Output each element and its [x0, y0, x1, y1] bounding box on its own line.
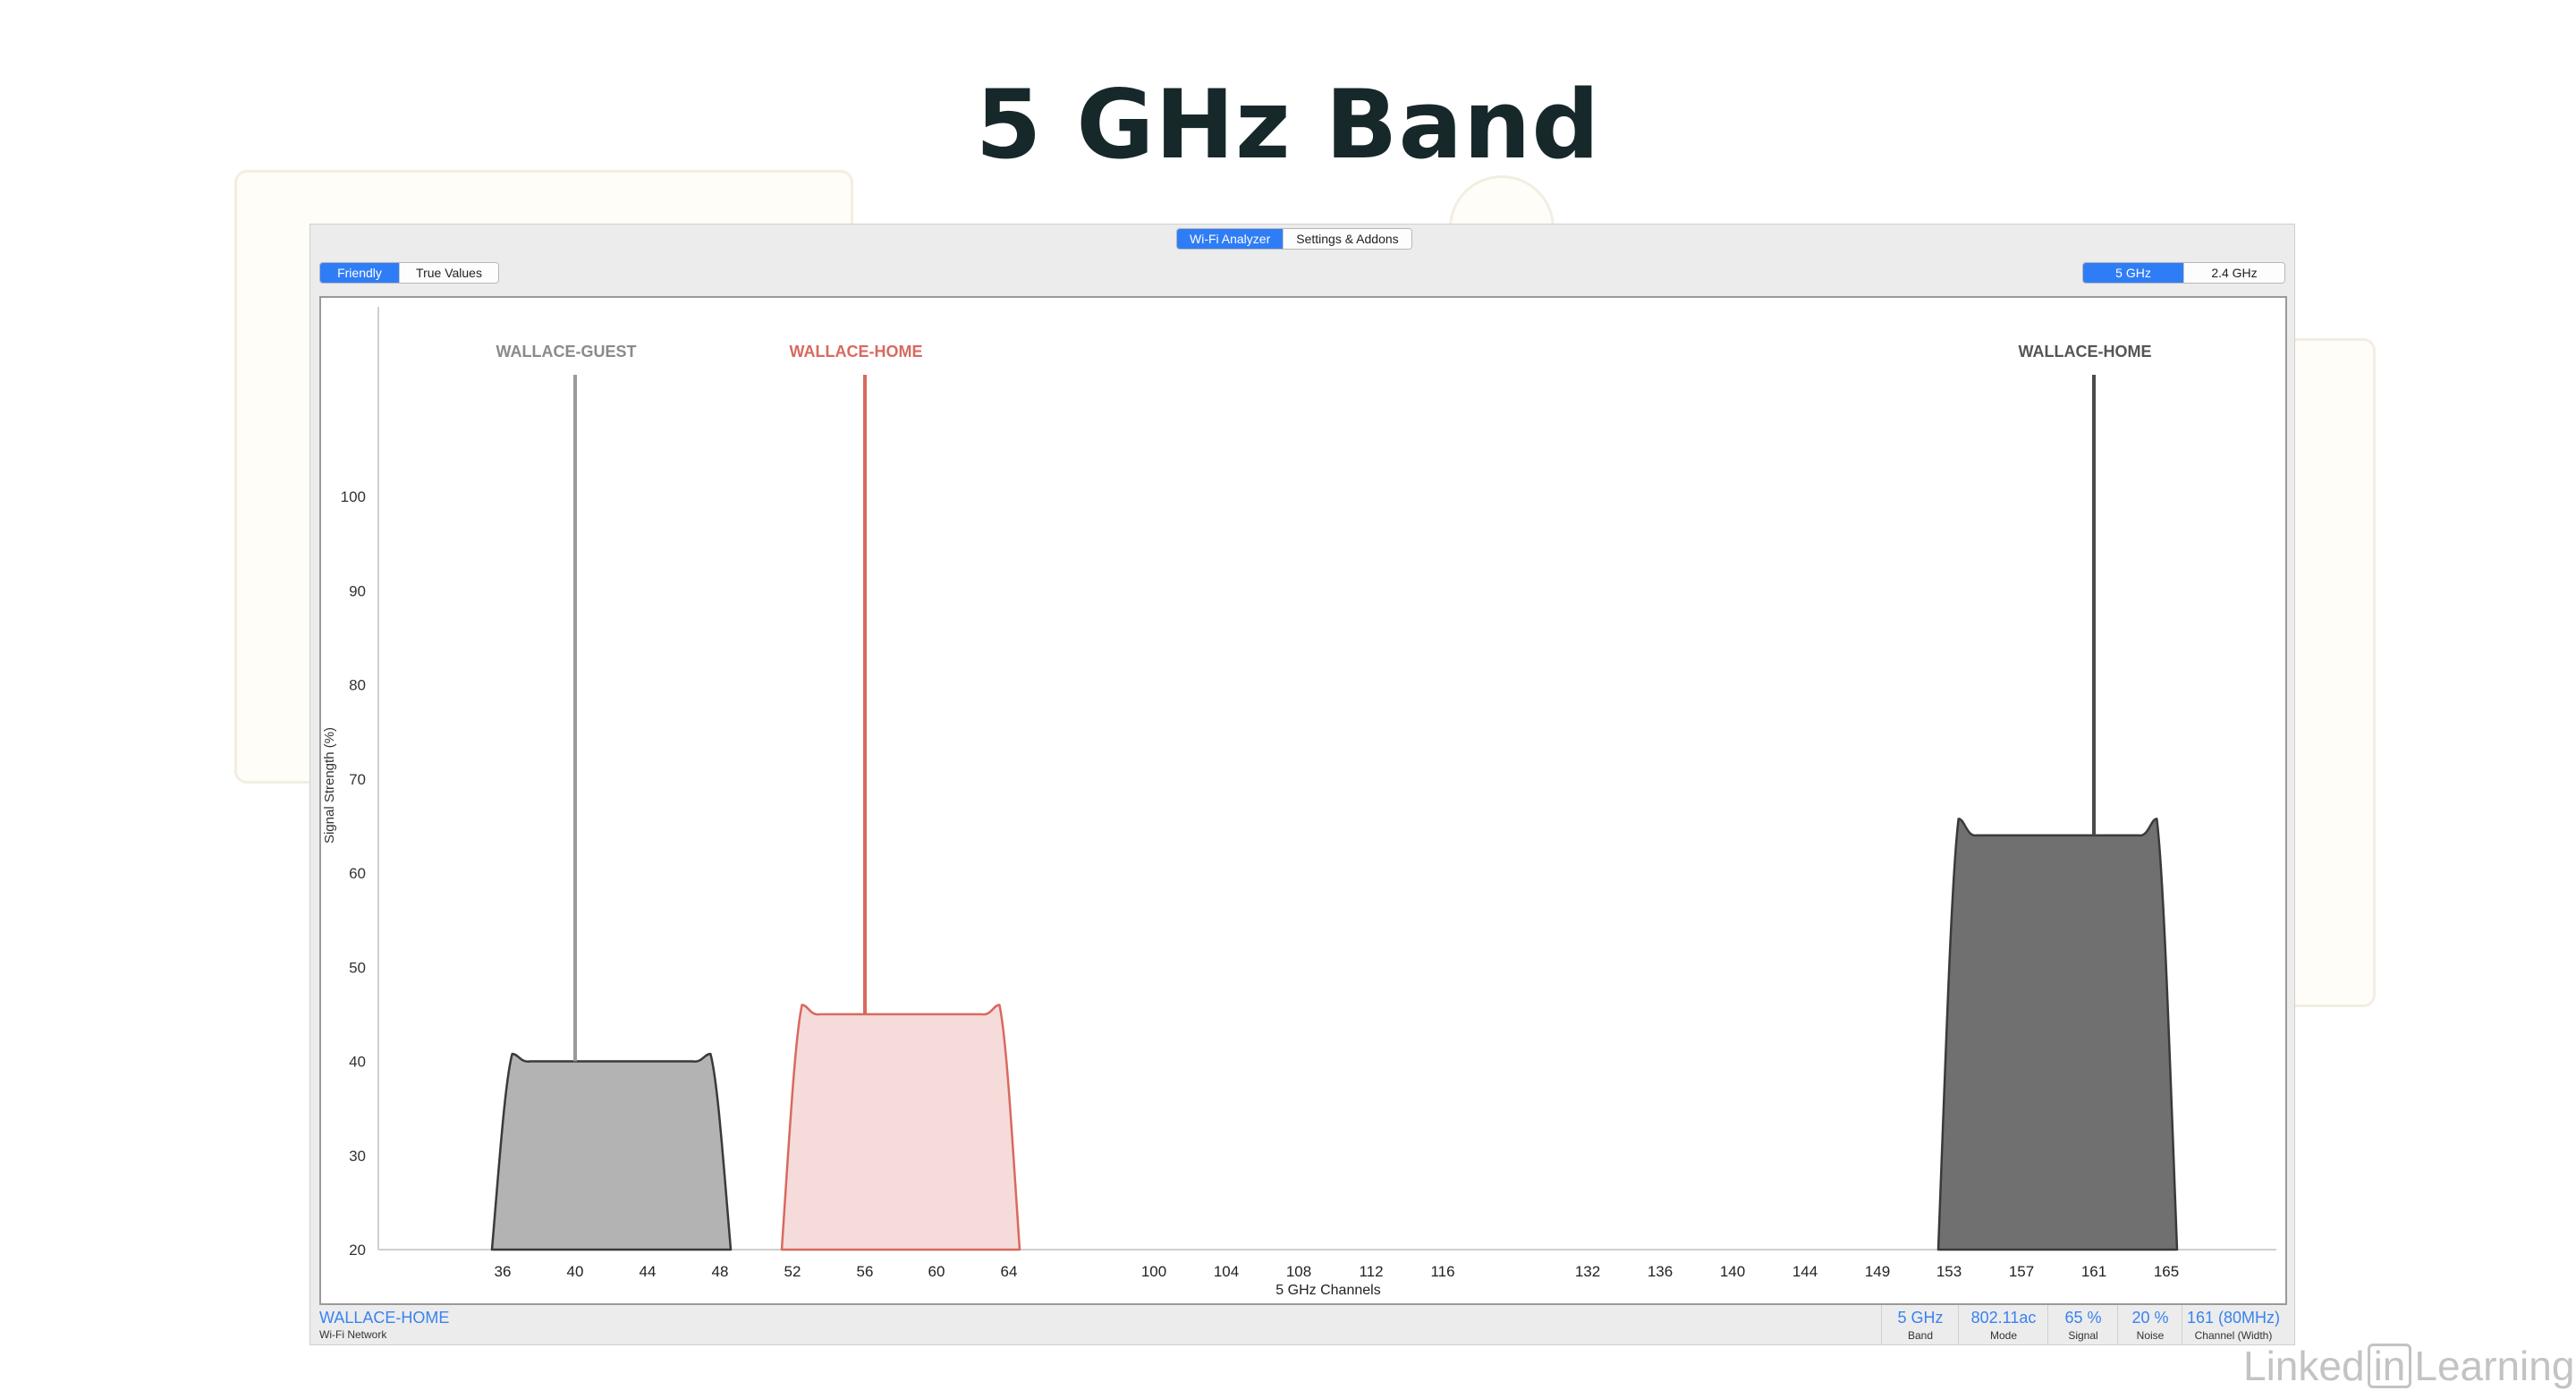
stat-band-caption: Band [1907, 1329, 1934, 1342]
stat-channel-value: 161 (80MHz) [2186, 1309, 2281, 1327]
y-tick-label-8: 100 [341, 488, 366, 505]
x-tick-label-14: 136 [1648, 1263, 1673, 1280]
signal-chart-area: 20 30 40 50 60 70 80 90 100 Signal Strength (%) 36… [319, 296, 2287, 1305]
x-tick-label-1: 40 [567, 1263, 584, 1280]
network-curve-0 [490, 1052, 733, 1251]
x-tick-label-19: 157 [2009, 1263, 2034, 1280]
y-tick-label-7: 90 [349, 582, 366, 599]
y-tick-label-0: 20 [349, 1242, 366, 1259]
stat-mode: 802.11ac Mode [1958, 1305, 2048, 1344]
y-tick-label-5: 70 [349, 771, 366, 788]
status-bar: WALLACE-HOME Wi-Fi Network 5 GHz Band 80… [319, 1305, 2287, 1344]
y-tick-label-2: 40 [349, 1054, 366, 1071]
x-tick-label-16: 144 [1792, 1263, 1818, 1280]
y-tick-label-1: 30 [349, 1148, 366, 1165]
linkedin-learning-watermark: Linked in Learning [2243, 1342, 2574, 1390]
x-tick-label-9: 104 [1214, 1263, 1239, 1280]
view-mode-control: Friendly True Values [319, 262, 499, 284]
y-tick-label-3: 50 [349, 959, 366, 976]
x-tick-label-5: 56 [857, 1263, 874, 1280]
x-tick-label-13: 132 [1575, 1263, 1600, 1280]
stat-channel: 161 (80MHz) Channel (Width) [2182, 1305, 2284, 1344]
network-curve-2 [1936, 818, 2179, 1251]
stat-noise-caption: Noise [2136, 1329, 2165, 1342]
x-tick-label-4: 52 [784, 1263, 801, 1280]
network-caption: Wi-Fi Network [319, 1328, 387, 1341]
signal-chart: 20 30 40 50 60 70 80 90 100 Signal Strength (%) 36… [322, 307, 2276, 1298]
stat-channel-caption: Channel (Width) [2194, 1329, 2273, 1342]
watermark-learning: Learning [2414, 1343, 2575, 1389]
stat-band: 5 GHz Band [1881, 1305, 1959, 1344]
network-curve-1 [780, 1004, 1021, 1251]
main-tab-control: Wi-Fi Analyzer Settings & Addons [1176, 228, 1412, 250]
stat-signal-caption: Signal [2068, 1329, 2098, 1342]
watermark-in-logo: in [2367, 1344, 2412, 1388]
x-tick-label-0: 36 [495, 1263, 512, 1280]
network-name: WALLACE-HOME [319, 1309, 450, 1327]
band-5ghz-button[interactable]: 5 GHz [2083, 263, 2183, 283]
y-tick-label-6: 80 [349, 677, 366, 694]
friendly-button[interactable]: Friendly [320, 263, 399, 283]
network-label-2: WALLACE-HOME [2019, 343, 2152, 360]
x-tick-label-2: 44 [640, 1263, 657, 1280]
watermark-linked: Linked [2243, 1343, 2365, 1389]
stat-mode-caption: Mode [1989, 1329, 2018, 1342]
stat-noise-value: 20 % [2131, 1309, 2169, 1327]
true-values-button[interactable]: True Values [399, 263, 498, 283]
stat-band-value: 5 GHz [1897, 1309, 1944, 1327]
y-axis-label: Signal Strength (%) [322, 727, 337, 844]
x-tick-label-3: 48 [712, 1263, 729, 1280]
x-axis-label: 5 GHz Channels [1275, 1283, 1380, 1298]
stat-signal: 65 % Signal [2047, 1305, 2118, 1344]
x-tick-label-6: 60 [928, 1263, 945, 1280]
x-tick-label-20: 161 [2081, 1263, 2106, 1280]
wifi-analyzer-window: Wi-Fi Analyzer Settings & Addons Friendl… [309, 224, 2295, 1345]
stat-noise: 20 % Noise [2117, 1305, 2182, 1344]
x-tick-label-10: 108 [1286, 1263, 1311, 1280]
tab-wifi-analyzer[interactable]: Wi-Fi Analyzer [1177, 229, 1284, 249]
band-control: 5 GHz 2.4 GHz [2082, 262, 2285, 284]
x-tick-label-21: 165 [2154, 1263, 2179, 1280]
x-tick-label-17: 149 [1865, 1263, 1890, 1280]
x-tick-label-18: 153 [1936, 1263, 1962, 1280]
x-tick-label-15: 140 [1720, 1263, 1745, 1280]
stat-signal-value: 65 % [2064, 1309, 2102, 1327]
band-24ghz-button[interactable]: 2.4 GHz [2183, 263, 2284, 283]
network-label-1: WALLACE-HOME [790, 343, 923, 360]
x-tick-label-11: 112 [1359, 1263, 1383, 1280]
network-label-0: WALLACE-GUEST [496, 343, 637, 360]
x-tick-label-7: 64 [1001, 1263, 1018, 1280]
tab-settings-addons[interactable]: Settings & Addons [1283, 229, 1411, 249]
stat-mode-value: 802.11ac [1970, 1309, 2037, 1327]
y-tick-label-4: 60 [349, 865, 366, 882]
x-tick-label-12: 116 [1430, 1263, 1454, 1280]
x-tick-label-8: 100 [1141, 1263, 1166, 1280]
slide-title: 5 GHz Band [975, 70, 1601, 180]
